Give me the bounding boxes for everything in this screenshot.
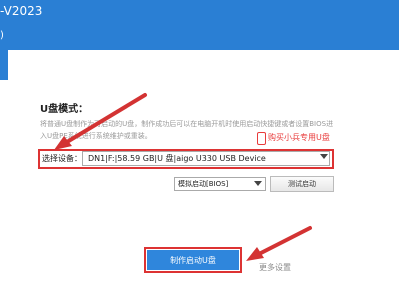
boot-mode-value: 模拟启动[BIOS]: [178, 180, 229, 188]
more-settings-link[interactable]: 更多设置: [259, 262, 291, 273]
app-title: -V2023: [0, 4, 43, 18]
chevron-down-icon[interactable]: [254, 181, 262, 186]
make-boot-usb-button[interactable]: 制作启动U盘: [147, 250, 239, 270]
buy-usb-link[interactable]: 购买小兵专用U盘: [268, 132, 330, 143]
tab-panel: [8, 50, 399, 84]
device-label: 选择设备：: [42, 154, 82, 163]
usb-drive-icon: [257, 132, 266, 145]
device-select-value: DN1|F:|58.59 GB|U 盘|aigo U330 USB Device: [88, 154, 266, 163]
chevron-down-icon[interactable]: [320, 154, 328, 159]
usb-mode-title: U盘模式：: [40, 104, 89, 115]
title-mark: ): [0, 30, 4, 41]
title-bar: -V2023 ): [0, 0, 399, 44]
test-boot-button[interactable]: 测试启动: [270, 176, 334, 192]
